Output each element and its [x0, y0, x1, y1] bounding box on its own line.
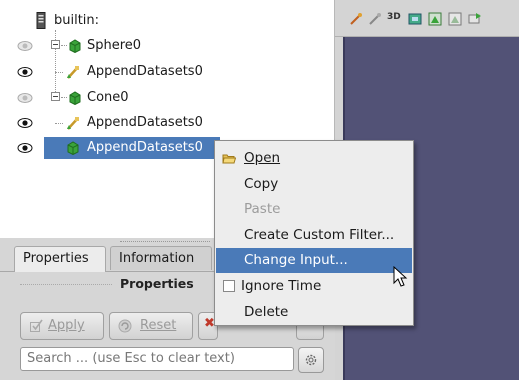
- menu-item-create-custom-filter[interactable]: Create Custom Filter...: [216, 223, 412, 248]
- tab-properties[interactable]: Properties: [14, 246, 106, 272]
- toggle-3d-button[interactable]: 3D: [387, 12, 401, 22]
- eye-icon[interactable]: [17, 66, 33, 78]
- apply-button[interactable]: Apply: [20, 312, 104, 340]
- menu-item-copy[interactable]: Copy: [216, 172, 412, 197]
- tree-item-appenddatasets0-b[interactable]: AppendDatasets0: [0, 112, 334, 134]
- collapse-toggle[interactable]: [51, 40, 60, 49]
- cube-green-icon: [69, 39, 81, 53]
- tree-item-label: Cone0: [87, 90, 129, 105]
- menu-label: Create Custom Filter...: [244, 227, 395, 243]
- menu-label: Ignore Time: [241, 278, 322, 294]
- eye-icon-dim[interactable]: [17, 92, 33, 104]
- cube-green-icon: [67, 141, 79, 155]
- camera-icon[interactable]: [408, 12, 422, 26]
- tree-root-builtin[interactable]: builtin:: [0, 10, 334, 32]
- filter-icon: [67, 117, 79, 130]
- search-input[interactable]: Search ... (use Esc to clear text): [20, 347, 294, 371]
- tab-label: Properties: [23, 251, 89, 266]
- menu-item-paste: Paste: [216, 197, 412, 222]
- menu-label: Delete: [244, 304, 289, 320]
- eye-icon[interactable]: [17, 117, 33, 129]
- menu-label: Open: [244, 150, 281, 166]
- tree-item-label: Sphere0: [87, 38, 142, 53]
- tree-item-label: AppendDatasets0: [87, 64, 203, 79]
- menu-item-change-input[interactable]: Change Input...: [216, 248, 412, 273]
- view-toolbar: 3D: [335, 0, 519, 37]
- ignore-time-checkbox[interactable]: [223, 280, 235, 292]
- menu-label: Copy: [244, 176, 279, 192]
- menu-label: Paste: [244, 201, 281, 217]
- menu-item-delete[interactable]: Delete: [216, 300, 412, 325]
- reset-label: Reset: [140, 318, 177, 333]
- tree-root-label: builtin:: [54, 13, 100, 28]
- divider: [20, 284, 112, 285]
- gear-icon: [305, 354, 317, 366]
- panel-splitter[interactable]: [120, 241, 210, 245]
- server-icon: [36, 12, 46, 29]
- zoom-to-box-icon[interactable]: [468, 12, 482, 26]
- context-menu: Open Copy Paste Create Custom Filter... …: [214, 140, 414, 326]
- cube-green-icon: [69, 91, 81, 105]
- menu-label: Change Input...: [244, 252, 348, 268]
- mouse-cursor-icon: [393, 266, 408, 287]
- select-cells-icon[interactable]: [428, 12, 442, 26]
- interact-icon[interactable]: [368, 12, 382, 26]
- tab-information[interactable]: Information: [110, 246, 212, 270]
- eye-icon-dim[interactable]: [17, 40, 33, 52]
- tab-label: Information: [119, 251, 195, 266]
- menu-item-ignore-time[interactable]: Ignore Time: [216, 274, 412, 299]
- pick-icon[interactable]: [349, 12, 363, 26]
- apply-icon: [30, 319, 43, 332]
- tree-item-appenddatasets0-a[interactable]: AppendDatasets0: [0, 61, 334, 83]
- select-points-icon[interactable]: [448, 12, 462, 26]
- reset-icon: [118, 319, 132, 333]
- reset-button[interactable]: Reset: [109, 312, 193, 340]
- tree-item-cone0[interactable]: Cone0: [0, 87, 334, 109]
- search-placeholder: Search ... (use Esc to clear text): [27, 351, 235, 366]
- eye-icon[interactable]: [17, 142, 33, 154]
- menu-item-open[interactable]: Open: [216, 146, 412, 171]
- collapse-toggle[interactable]: [51, 92, 60, 101]
- tree-item-label: AppendDatasets0: [87, 140, 203, 155]
- tree-item-label: AppendDatasets0: [87, 115, 203, 130]
- advanced-settings-button[interactable]: [298, 347, 324, 373]
- tree-item-sphere0[interactable]: Sphere0: [0, 35, 334, 57]
- selection-highlight: AppendDatasets0: [44, 137, 220, 159]
- folder-open-icon: [222, 154, 236, 164]
- filter-icon: [67, 66, 79, 79]
- properties-section-title: Properties: [120, 276, 194, 291]
- apply-label: Apply: [48, 318, 85, 333]
